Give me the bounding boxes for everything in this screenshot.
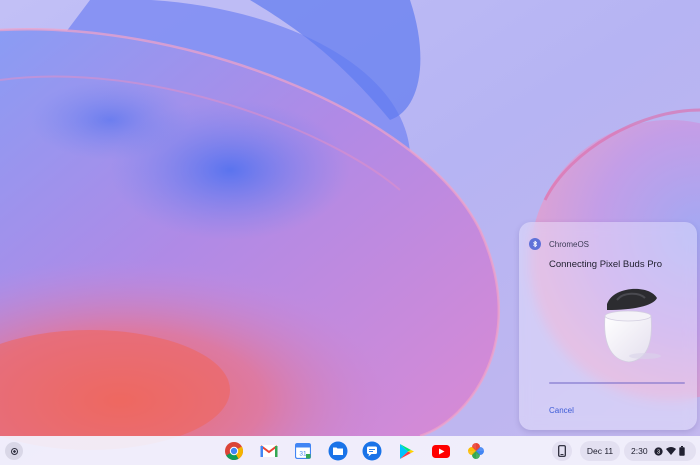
status-area-button[interactable]: 2:30 3: [624, 441, 696, 461]
play-store-app[interactable]: [395, 440, 419, 462]
svg-text:31: 31: [299, 451, 307, 458]
gmail-icon: [259, 445, 278, 457]
chrome-icon: [225, 442, 244, 461]
earbuds-case-image: [604, 288, 661, 363]
youtube-icon: [432, 444, 450, 458]
play-store-icon: [399, 443, 414, 459]
cancel-button[interactable]: Cancel: [549, 406, 574, 415]
calendar-app[interactable]: 31: [291, 440, 315, 462]
notification-header: ChromeOS: [529, 238, 589, 250]
youtube-app[interactable]: [429, 440, 453, 462]
chrome-app[interactable]: [222, 440, 246, 462]
shelf-apps: 31: [222, 440, 498, 462]
messages-app[interactable]: [360, 440, 384, 462]
phone-icon: [558, 445, 566, 457]
clock-time: 2:30: [631, 446, 648, 456]
files-icon: [328, 441, 347, 461]
desktop: ChromeOS Connecting Pixel Buds Pro Cance…: [0, 0, 700, 465]
date-label: Dec 11: [586, 446, 614, 456]
notification-count-icon: 3: [653, 446, 663, 456]
notification-title: Connecting Pixel Buds Pro: [549, 259, 663, 270]
launcher-icon: [10, 447, 18, 455]
photos-app[interactable]: [464, 440, 488, 462]
messages-icon: [362, 441, 382, 461]
files-app[interactable]: [326, 440, 350, 462]
launcher-button[interactable]: [5, 442, 23, 460]
photos-icon: [467, 443, 484, 459]
notification-count: 3: [656, 449, 659, 455]
connection-progress-bar: [549, 382, 685, 384]
gmail-app[interactable]: [257, 440, 281, 462]
shelf: 31 Dec 11 2:30 3: [0, 436, 700, 465]
calendar-date-button[interactable]: Dec 11: [580, 441, 620, 461]
notification-card[interactable]: ChromeOS Connecting Pixel Buds Pro Cance…: [519, 222, 697, 430]
wifi-icon: [665, 447, 676, 455]
calendar-icon: 31: [295, 443, 311, 459]
battery-icon: [678, 446, 685, 456]
notification-app-name: ChromeOS: [549, 239, 590, 249]
bluetooth-icon: [529, 238, 541, 250]
phone-hub-button[interactable]: [552, 441, 572, 461]
